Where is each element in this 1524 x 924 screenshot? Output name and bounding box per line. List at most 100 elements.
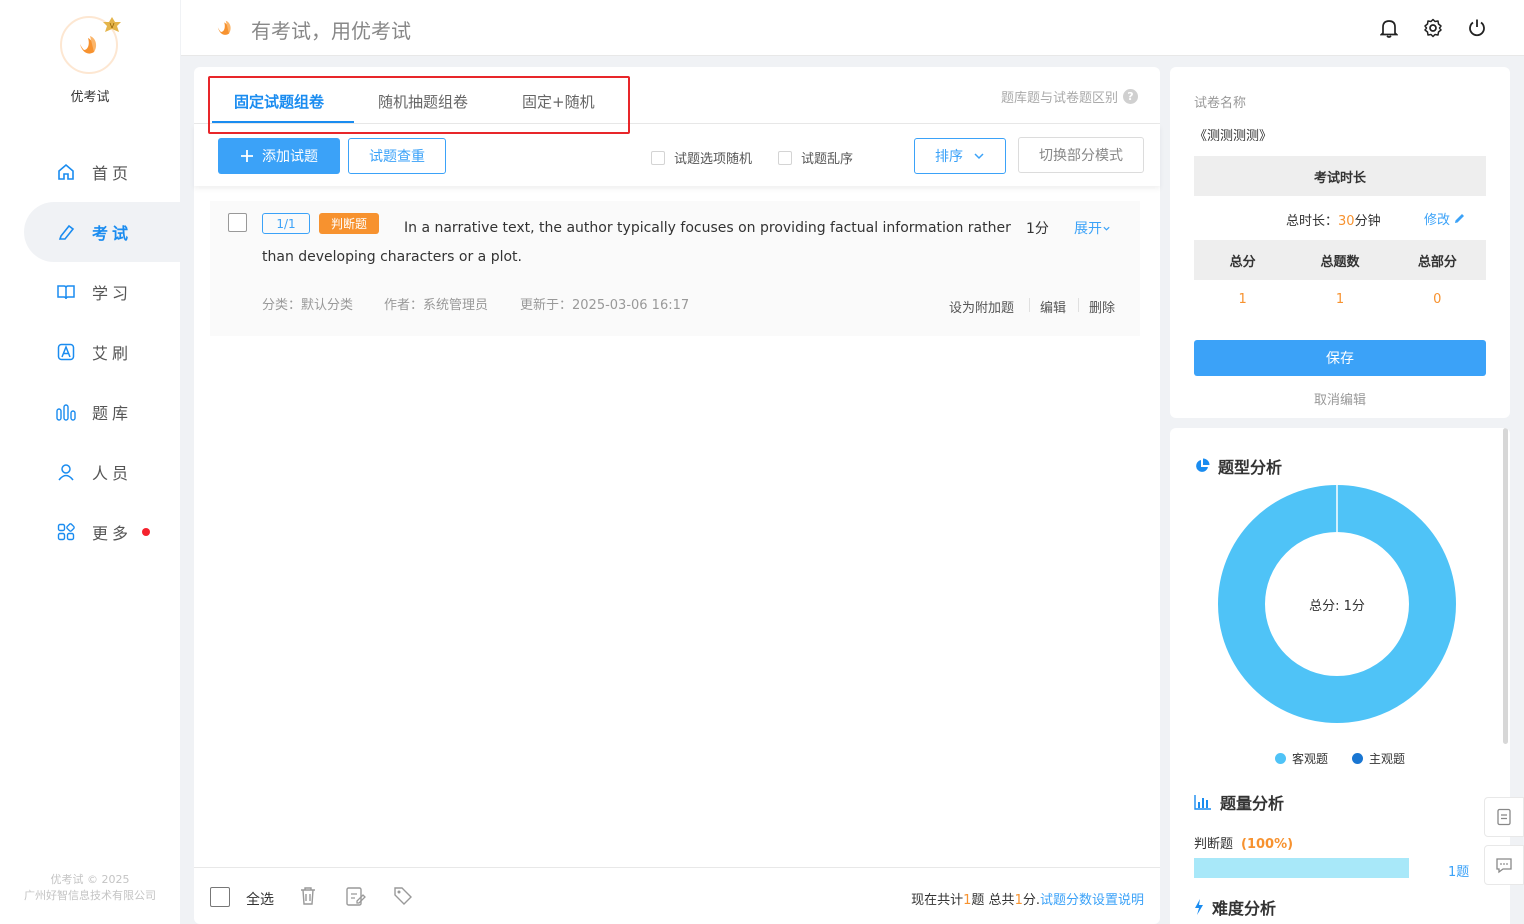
header-slogan: 有考试，用优考试 [251, 19, 411, 43]
a-letter-icon [56, 342, 76, 362]
add-question-button[interactable]: 添加试题 [218, 138, 340, 174]
quantity-count: 1题 [1448, 865, 1470, 880]
dedupe-button[interactable]: 试题查重 [348, 138, 446, 174]
duration-label: 总时长： [1286, 214, 1339, 229]
sidebar-item-label: 艾刷 [92, 344, 133, 363]
checkbox-box [651, 150, 665, 165]
sidebar-item-aishua[interactable]: 艾刷 [24, 322, 180, 382]
home-icon [56, 162, 76, 182]
delete-question-button[interactable]: 删除 [1089, 297, 1115, 316]
trash-icon[interactable] [297, 885, 319, 907]
type-analysis-label: 题型分析 [1218, 458, 1283, 477]
sidebar-item-label: 学习 [92, 284, 133, 303]
help-icon: ? [1123, 89, 1138, 104]
type-analysis-title: 题型分析 [1194, 454, 1282, 478]
question-bank-icon [56, 402, 76, 422]
chat-float-button[interactable] [1484, 845, 1524, 885]
sidebar-item-label: 人员 [92, 464, 133, 483]
question-toolbar: 添加试题 试题查重 试题选项随机 试题乱序 排序 切换部分模式 [194, 124, 1160, 186]
gear-icon[interactable] [1421, 16, 1445, 40]
expand-toggle[interactable]: 展开 [1074, 218, 1111, 238]
divider [1029, 298, 1030, 312]
sidebar-item-study[interactable]: 学习 [24, 262, 180, 322]
document-icon [1497, 808, 1511, 826]
summary-prefix: 现在共计 [911, 893, 964, 908]
quantity-row: 判断题 (100%) [1194, 833, 1293, 852]
add-question-label: 添加试题 [262, 149, 318, 165]
quantity-analysis-label: 题量分析 [1220, 794, 1285, 813]
edit-duration-link[interactable]: 修改 [1424, 209, 1466, 228]
quantity-analysis-title: 题量分析 [1194, 790, 1284, 814]
user-icon [56, 462, 76, 482]
main-panel: 固定试题组卷 随机抽题组卷 固定+随机 题库题与试卷题区别 ? 添加试题 试题查… [194, 67, 1160, 924]
total-duration: 总时长：30分钟 [1286, 210, 1381, 229]
edit-question-button[interactable]: 编辑 [1040, 297, 1066, 316]
quantity-percent: (100%) [1241, 837, 1294, 852]
bank-difference-link[interactable]: 题库题与试卷题区别 ? [1001, 87, 1138, 106]
stats-header: 总分 总题数 总部分 [1194, 240, 1486, 280]
legend-label: 主观题 [1369, 752, 1406, 766]
sort-dropdown[interactable]: 排序 [914, 138, 1006, 174]
plus-icon [241, 150, 253, 162]
chevron-down-icon [974, 153, 984, 160]
question-author: 作者：系统管理员 [384, 298, 489, 313]
stats-values: 1 1 0 [1194, 292, 1486, 307]
question-checkbox[interactable] [228, 213, 247, 232]
book-icon [56, 282, 76, 302]
stat-total-questions: 1 [1335, 292, 1345, 307]
question-card: In a narrative text, the author typicall… [210, 201, 1140, 336]
sidebar-item-label: 首页 [92, 164, 133, 183]
svg-text:V: V [110, 22, 115, 30]
legend-label: 客观题 [1291, 752, 1328, 766]
score-setting-help-link[interactable]: 试题分数设置说明 [1040, 893, 1144, 908]
sidebar-item-question-bank[interactable]: 题库 [24, 382, 180, 442]
legend-item-subjective[interactable]: 主观题 [1352, 750, 1405, 767]
set-bonus-button[interactable]: 设为附加题 [949, 297, 1014, 316]
stat-header-total-sections: 总部分 [1417, 254, 1457, 270]
legend-item-objective[interactable]: 客观题 [1274, 750, 1328, 767]
summary-text: 现在共计1题 总共1分.试题分数设置说明 [911, 889, 1144, 908]
apps-icon [56, 522, 76, 542]
lightning-icon [1194, 899, 1204, 915]
question-category: 分类：默认分类 [262, 298, 354, 313]
save-button[interactable]: 保存 [1194, 340, 1486, 376]
bell-icon[interactable] [1377, 16, 1401, 40]
switch-section-mode-button[interactable]: 切换部分模式 [1018, 137, 1144, 173]
checkbox-box [778, 150, 792, 165]
sort-label: 排序 [935, 149, 963, 165]
select-all-checkbox[interactable] [210, 887, 230, 907]
legend-dot [1274, 753, 1286, 764]
power-icon[interactable] [1465, 16, 1489, 40]
cancel-edit-link[interactable]: 取消编辑 [1170, 389, 1510, 408]
edit-duration-label: 修改 [1424, 213, 1451, 228]
exam-icon [56, 222, 76, 242]
sidebar-item-people[interactable]: 人员 [24, 442, 180, 502]
option-random-checkbox[interactable]: 试题选项随机 [651, 148, 752, 167]
sidebar-item-home[interactable]: 首页 [24, 142, 180, 202]
quantity-bar-fill [1194, 858, 1409, 878]
pencil-icon [1455, 214, 1465, 223]
donut-legend: 客观题 主观题 [1170, 750, 1510, 767]
vip-badge-icon: V [103, 17, 121, 32]
copyright-company: 广州好智信息技术有限公司 [24, 889, 156, 902]
question-shuffle-checkbox[interactable]: 试题乱序 [778, 148, 853, 167]
tag-icon[interactable] [392, 885, 414, 907]
checkbox-label: 试题选项随机 [674, 152, 753, 167]
sidebar-item-exam[interactable]: 考试 [24, 202, 180, 262]
question-score: 1分 [1026, 221, 1049, 237]
legend-dot [1352, 753, 1363, 764]
notes-float-button[interactable] [1484, 797, 1524, 837]
select-all-label[interactable]: 全选 [246, 889, 274, 909]
paper-info-panel: 试卷名称 《测测测测》 考试时长 总时长：30分钟 修改 总分 总题数 总部分 … [1170, 67, 1510, 418]
scrollbar-thumb[interactable] [1503, 428, 1508, 744]
copyright-line: 优考试 © 2025 [50, 873, 130, 886]
sidebar: V 优考试 首页 考试 学习 艾刷 题库 人员 更多 优考试 © 2025 广州… [0, 0, 180, 924]
batch-score-icon[interactable] [344, 885, 366, 907]
duration-unit: 分钟 [1354, 214, 1381, 229]
chevron-down-icon [1103, 226, 1110, 231]
type-donut-chart: 总分: 1分 [1217, 484, 1457, 724]
summary-mid: 题 总共 [971, 893, 1015, 908]
sidebar-item-more[interactable]: 更多 [24, 502, 180, 562]
header-logo-icon [217, 20, 231, 35]
duration-header: 考试时长 [1194, 156, 1486, 196]
